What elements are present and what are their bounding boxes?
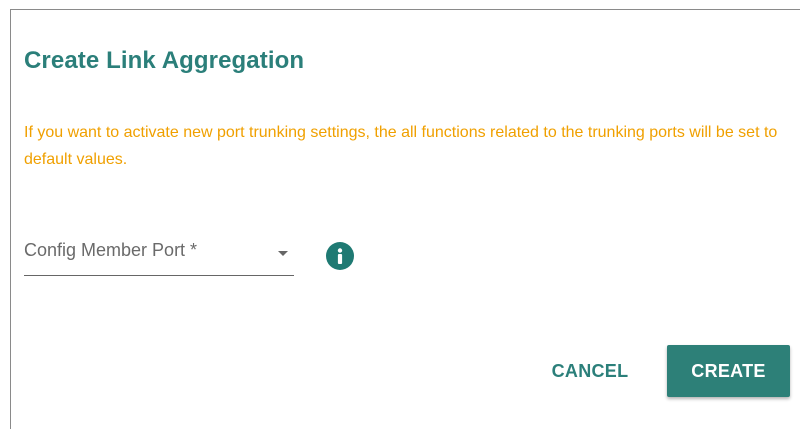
info-icon[interactable] [326, 242, 354, 270]
warning-message: If you want to activate new port trunkin… [24, 124, 778, 168]
dialog-title: Create Link Aggregation [24, 47, 305, 74]
cancel-button[interactable]: CANCEL [536, 345, 644, 397]
create-button[interactable]: CREATE [667, 345, 790, 397]
config-member-port-label: Config Member Port * [24, 240, 198, 260]
dropdown-caret-icon [278, 251, 288, 256]
config-member-port-select[interactable]: Config Member Port * [24, 236, 294, 276]
